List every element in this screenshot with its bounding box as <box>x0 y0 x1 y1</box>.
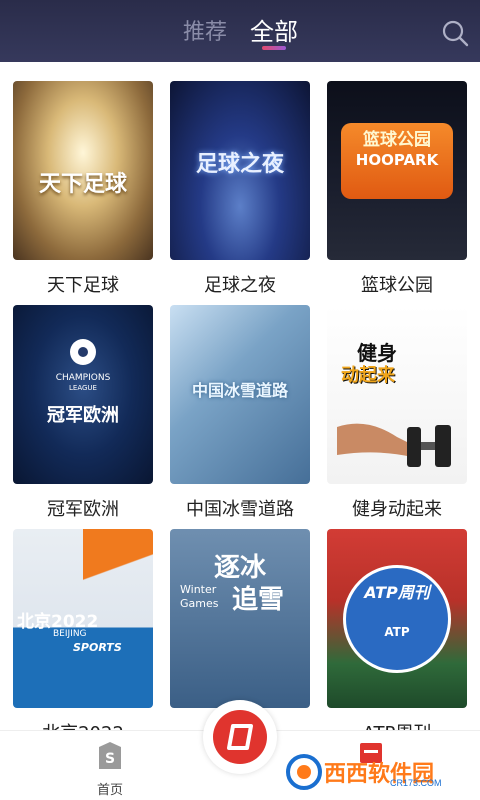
category-tabs: 推荐 全部 <box>0 0 480 62</box>
champions-star-ball-icon <box>70 339 96 365</box>
program-title: 天下足球 <box>47 275 119 296</box>
center-play-button[interactable] <box>203 700 277 774</box>
tab-all[interactable]: 全部 <box>250 12 298 47</box>
program-card-zuqiu[interactable]: 足球之夜 足球之夜 <box>170 81 310 296</box>
thumbnail-logo-text2: 动起来 <box>341 365 395 386</box>
thumbnail-logo-sub: HOOPARK <box>355 151 439 169</box>
program-thumbnail: 逐冰 Winter Games 追雪 <box>170 529 310 708</box>
thumbnail-logo-sub: CHAMPIONS <box>55 373 111 383</box>
active-tab-indicator <box>262 46 286 50</box>
thumbnail-logo-sub: ATP <box>384 625 410 639</box>
dumbbell-arm-icon <box>337 423 451 467</box>
thumbnail-logo-text: 篮球公园 <box>363 130 431 150</box>
thumbnail-logo-sub: Winter <box>180 583 217 596</box>
program-thumbnail: CHAMPIONS LEAGUE 冠军欧洲 <box>13 305 153 484</box>
program-title: 中国冰雪道路 <box>186 499 294 520</box>
program-card-tianxia[interactable]: 天下足球 天下足球 <box>13 81 153 296</box>
thumbnail-logo-text: 天下足球 <box>38 172 127 197</box>
home-icon: S <box>99 742 121 769</box>
program-thumbnail: 健身 动起来 <box>327 305 467 484</box>
program-card-atp[interactable]: ATP周刊 ATP ATP周刊 <box>327 529 467 744</box>
program-card-guanjun[interactable]: CHAMPIONS LEAGUE 冠军欧洲 冠军欧洲 <box>13 305 153 520</box>
svg-text:S: S <box>105 751 115 767</box>
program-card-lanqiu[interactable]: 篮球公园 HOOPARK 篮球公园 <box>327 81 467 296</box>
program-thumbnail: 北京2022 BEIJING SPORTS <box>13 529 153 708</box>
program-card-zhubing[interactable]: 逐冰 Winter Games 追雪 逐冰追雪 <box>170 529 310 744</box>
watermark-sub: CR173.COM <box>390 778 442 788</box>
search-icon <box>442 20 469 47</box>
nav-home-label: 首页 <box>96 783 123 798</box>
thumbnail-logo-sub: BEIJING <box>53 629 87 639</box>
program-title: 健身动起来 <box>352 499 442 520</box>
thumbnail-logo-text: 足球之夜 <box>195 152 284 177</box>
thumbnail-logo-text: 中国冰雪道路 <box>191 381 288 400</box>
app-logo-icon <box>227 724 253 750</box>
thumbnail-logo-text: 冠军欧洲 <box>47 405 119 426</box>
search-button[interactable] <box>440 18 470 48</box>
thumbnail-logo-text2: 追雪 <box>232 585 285 615</box>
program-card-jianshen[interactable]: 健身 动起来 健身动起来 <box>327 305 467 520</box>
watermark: 西西软件园 CR173.COM <box>286 752 460 792</box>
nav-home[interactable]: S 首页 <box>88 739 132 799</box>
program-card-beijing[interactable]: 北京2022 BEIJING SPORTS 北京2022 <box>13 529 153 744</box>
program-title: 足球之夜 <box>204 275 276 296</box>
program-title: 冠军欧洲 <box>47 499 119 520</box>
thumbnail-logo-sub2: Games <box>180 597 219 610</box>
thumbnail-logo-text: ATP周刊 <box>364 583 430 602</box>
program-title: 篮球公园 <box>361 275 433 296</box>
program-thumbnail: 天下足球 <box>13 81 153 260</box>
thumbnail-logo-sub2: SPORTS <box>73 641 122 654</box>
top-header: 推荐 全部 <box>0 0 480 62</box>
thumbnail-logo-sub2: LEAGUE <box>69 384 97 392</box>
program-card-bingxue[interactable]: 中国冰雪道路 中国冰雪道路 <box>170 305 310 520</box>
watermark-logo-icon <box>286 754 322 790</box>
tab-recommend[interactable]: 推荐 <box>183 14 227 46</box>
program-thumbnail: 篮球公园 HOOPARK <box>327 81 467 260</box>
program-thumbnail: 中国冰雪道路 <box>170 305 310 484</box>
program-thumbnail: ATP周刊 ATP <box>327 529 467 708</box>
program-thumbnail: 足球之夜 <box>170 81 310 260</box>
center-button-bg <box>213 710 267 764</box>
